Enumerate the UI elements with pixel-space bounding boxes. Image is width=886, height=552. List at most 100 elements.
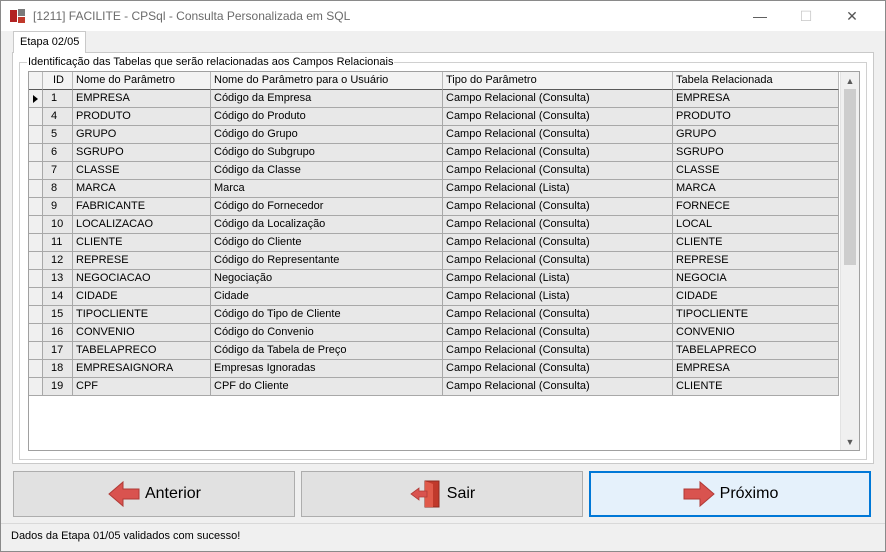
table-row[interactable]: 14 CIDADE Cidade Campo Relacional (Lista) CI…: [29, 288, 839, 306]
cell-nome[interactable]: REPRESE: [73, 252, 211, 270]
maximize-button[interactable]: ☐: [783, 1, 829, 31]
cell-tipo[interactable]: Campo Relacional (Consulta): [443, 126, 673, 144]
vertical-scrollbar[interactable]: ▲ ▼: [840, 72, 859, 450]
tab-etapa[interactable]: Etapa 02/05: [13, 31, 87, 53]
cell-usuario[interactable]: Código da Empresa: [211, 90, 443, 108]
cell-tipo[interactable]: Campo Relacional (Consulta): [443, 342, 673, 360]
cell-tabela[interactable]: NEGOCIA: [673, 270, 839, 288]
table-row[interactable]: 5 GRUPO Código do Grupo Campo Relacional (C…: [29, 126, 839, 144]
table-row[interactable]: 19 CPF CPF do Cliente Campo Relacional (Con…: [29, 378, 839, 396]
cell-usuario[interactable]: Cidade: [211, 288, 443, 306]
cell-tipo[interactable]: Campo Relacional (Consulta): [443, 234, 673, 252]
cell-tabela[interactable]: CLIENTE: [673, 378, 839, 396]
cell-nome[interactable]: CLASSE: [73, 162, 211, 180]
cell-nome[interactable]: TIPOCLIENTE: [73, 306, 211, 324]
parameters-grid[interactable]: ID Nome do Parâmetro Nome do Parâmetro p…: [28, 71, 860, 451]
row-indicator[interactable]: [29, 306, 43, 324]
table-row[interactable]: 15 TIPOCLIENTE Código do Tipo de Cliente Ca…: [29, 306, 839, 324]
cell-tabela[interactable]: MARCA: [673, 180, 839, 198]
cell-tabela[interactable]: CLASSE: [673, 162, 839, 180]
cell-tipo[interactable]: Campo Relacional (Consulta): [443, 90, 673, 108]
cell-tabela[interactable]: CONVENIO: [673, 324, 839, 342]
cell-usuario[interactable]: Marca: [211, 180, 443, 198]
cell-tabela[interactable]: CLIENTE: [673, 234, 839, 252]
cell-usuario[interactable]: Código do Produto: [211, 108, 443, 126]
anterior-button[interactable]: Anterior: [13, 471, 295, 517]
cell-usuario[interactable]: Código da Tabela de Preço: [211, 342, 443, 360]
row-indicator[interactable]: [29, 288, 43, 306]
cell-tabela[interactable]: CIDADE: [673, 288, 839, 306]
close-button[interactable]: ✕: [829, 1, 875, 31]
cell-tipo[interactable]: Campo Relacional (Lista): [443, 270, 673, 288]
header-tabela[interactable]: Tabela Relacionada: [673, 72, 839, 90]
cell-tabela[interactable]: GRUPO: [673, 126, 839, 144]
cell-usuario[interactable]: Código da Classe: [211, 162, 443, 180]
cell-tipo[interactable]: Campo Relacional (Consulta): [443, 198, 673, 216]
cell-tabela[interactable]: REPRESE: [673, 252, 839, 270]
row-indicator[interactable]: [29, 216, 43, 234]
cell-id[interactable]: 13: [43, 270, 73, 288]
header-tipo[interactable]: Tipo do Parâmetro: [443, 72, 673, 90]
row-indicator[interactable]: [29, 342, 43, 360]
table-row[interactable]: 10 LOCALIZACAO Código da Localização Campo …: [29, 216, 839, 234]
cell-nome[interactable]: LOCALIZACAO: [73, 216, 211, 234]
row-indicator[interactable]: [29, 198, 43, 216]
cell-usuario[interactable]: Código do Subgrupo: [211, 144, 443, 162]
cell-tipo[interactable]: Campo Relacional (Consulta): [443, 306, 673, 324]
cell-nome[interactable]: PRODUTO: [73, 108, 211, 126]
table-row[interactable]: 13 NEGOCIACAO Negociação Campo Relacional (…: [29, 270, 839, 288]
cell-tabela[interactable]: TABELAPRECO: [673, 342, 839, 360]
cell-nome[interactable]: TABELAPRECO: [73, 342, 211, 360]
cell-tipo[interactable]: Campo Relacional (Consulta): [443, 378, 673, 396]
cell-nome[interactable]: CLIENTE: [73, 234, 211, 252]
title-bar[interactable]: [1211] FACILITE - CPSql - Consulta Perso…: [1, 1, 885, 31]
row-indicator[interactable]: [29, 180, 43, 198]
cell-usuario[interactable]: Código do Grupo: [211, 126, 443, 144]
cell-nome[interactable]: SGRUPO: [73, 144, 211, 162]
cell-tabela[interactable]: SGRUPO: [673, 144, 839, 162]
cell-usuario[interactable]: Código do Tipo de Cliente: [211, 306, 443, 324]
row-indicator[interactable]: [29, 324, 43, 342]
cell-id[interactable]: 6: [43, 144, 73, 162]
cell-tipo[interactable]: Campo Relacional (Lista): [443, 288, 673, 306]
table-row[interactable]: 9 FABRICANTE Código do Fornecedor Campo Rel…: [29, 198, 839, 216]
table-row[interactable]: 6 SGRUPO Código do Subgrupo Campo Relaciona…: [29, 144, 839, 162]
cell-nome[interactable]: EMPRESAIGNORA: [73, 360, 211, 378]
row-indicator[interactable]: [29, 252, 43, 270]
cell-id[interactable]: 12: [43, 252, 73, 270]
cell-tabela[interactable]: TIPOCLIENTE: [673, 306, 839, 324]
header-id[interactable]: ID: [43, 72, 73, 90]
cell-usuario[interactable]: Código do Fornecedor: [211, 198, 443, 216]
cell-id[interactable]: 10: [43, 216, 73, 234]
cell-id[interactable]: 17: [43, 342, 73, 360]
proximo-button[interactable]: Próximo: [589, 471, 871, 517]
row-indicator[interactable]: [29, 90, 43, 108]
cell-usuario[interactable]: Código da Localização: [211, 216, 443, 234]
cell-id[interactable]: 14: [43, 288, 73, 306]
cell-id[interactable]: 1: [43, 90, 73, 108]
cell-id[interactable]: 4: [43, 108, 73, 126]
cell-nome[interactable]: CIDADE: [73, 288, 211, 306]
scroll-down-icon[interactable]: ▼: [841, 433, 859, 450]
cell-nome[interactable]: CPF: [73, 378, 211, 396]
header-nome[interactable]: Nome do Parâmetro: [73, 72, 211, 90]
cell-nome[interactable]: GRUPO: [73, 126, 211, 144]
cell-tabela[interactable]: FORNECE: [673, 198, 839, 216]
cell-usuario[interactable]: CPF do Cliente: [211, 378, 443, 396]
cell-id[interactable]: 8: [43, 180, 73, 198]
cell-tipo[interactable]: Campo Relacional (Consulta): [443, 324, 673, 342]
row-indicator[interactable]: [29, 378, 43, 396]
cell-usuario[interactable]: Código do Representante: [211, 252, 443, 270]
cell-nome[interactable]: EMPRESA: [73, 90, 211, 108]
row-indicator[interactable]: [29, 270, 43, 288]
table-row[interactable]: 17 TABELAPRECO Código da Tabela de Preço Ca…: [29, 342, 839, 360]
table-row[interactable]: 7 CLASSE Código da Classe Campo Relacional …: [29, 162, 839, 180]
cell-id[interactable]: 18: [43, 360, 73, 378]
table-row[interactable]: 16 CONVENIO Código do Convenio Campo Relaci…: [29, 324, 839, 342]
cell-tipo[interactable]: Campo Relacional (Consulta): [443, 252, 673, 270]
cell-usuario[interactable]: Empresas Ignoradas: [211, 360, 443, 378]
cell-nome[interactable]: CONVENIO: [73, 324, 211, 342]
cell-id[interactable]: 15: [43, 306, 73, 324]
cell-tipo[interactable]: Campo Relacional (Consulta): [443, 360, 673, 378]
row-indicator[interactable]: [29, 108, 43, 126]
